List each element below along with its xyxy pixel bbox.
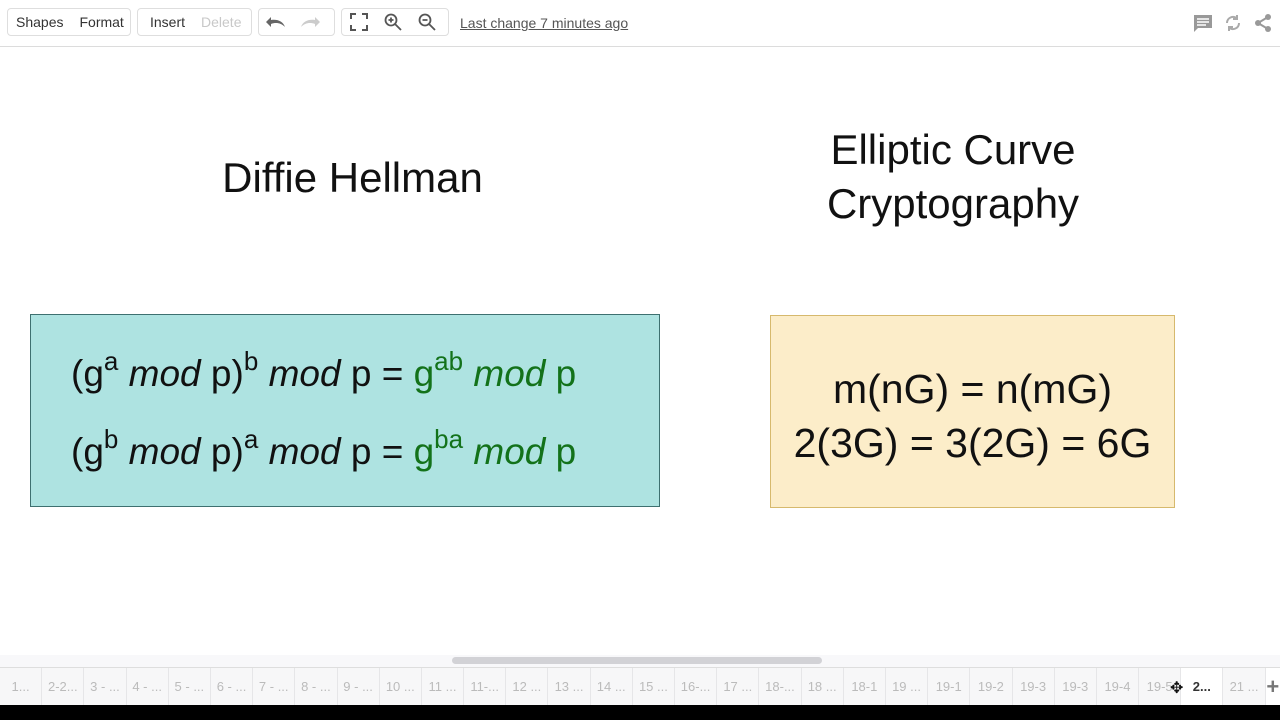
undo-button[interactable] <box>259 9 293 35</box>
page-tab[interactable]: 19-3 <box>1055 668 1097 705</box>
last-change-link[interactable]: Last change 7 minutes ago <box>460 15 628 31</box>
page-tab[interactable]: 19-1 <box>928 668 971 705</box>
history-group <box>258 8 335 36</box>
add-page-button[interactable]: + <box>1265 668 1280 705</box>
format-button[interactable]: Format <box>71 14 131 30</box>
page-tab[interactable]: 12 ... <box>506 668 549 705</box>
eq-rhs: gab mod p <box>413 346 577 394</box>
page-tab[interactable]: 11-... <box>464 668 507 705</box>
eq-rhs: gba mod p <box>413 424 577 472</box>
view-group <box>341 8 449 36</box>
ecc-box[interactable]: m(nG) = n(mG) 2(3G) = 3(2G) = 6G <box>770 315 1175 508</box>
page-tab[interactable]: 11 ... <box>422 668 465 705</box>
ecc-title-line1: Elliptic Curve <box>830 126 1076 173</box>
eq-text: p) <box>200 353 244 394</box>
eq-sup: b <box>243 346 259 376</box>
page-tab[interactable]: 18-... <box>759 668 802 705</box>
shapes-format-group: Shapes Format <box>7 8 131 36</box>
comment-button[interactable] <box>1192 12 1214 34</box>
eq-mod: mod <box>473 353 546 394</box>
page-tab[interactable]: 19-3 <box>1013 668 1055 705</box>
zoom-in-icon <box>384 13 402 31</box>
redo-icon <box>301 17 320 27</box>
page-tab[interactable]: 2-2... <box>42 668 85 705</box>
eq-sup: a <box>243 424 259 454</box>
page-tab[interactable]: 13 ... <box>548 668 591 705</box>
zoom-out-icon <box>418 13 436 31</box>
page-tab[interactable]: 8 - ... <box>295 668 338 705</box>
page-tab[interactable]: 21 ... <box>1223 668 1266 705</box>
page-tab[interactable]: 17 ... <box>717 668 760 705</box>
comment-icon <box>1194 15 1212 32</box>
move-cursor-icon: ✥ <box>1170 680 1184 697</box>
eq-text: p <box>545 353 577 394</box>
eq-sup: ba <box>434 424 464 454</box>
eq-sup: b <box>103 424 119 454</box>
page-tab[interactable]: 4 - ... <box>127 668 169 705</box>
shapes-button[interactable]: Shapes <box>8 14 71 30</box>
share-icon <box>1255 14 1271 32</box>
eq-text: p = <box>340 353 414 394</box>
ecc-equation-1: m(nG) = n(mG) <box>832 366 1113 412</box>
page-tab[interactable]: 19 ... <box>886 668 929 705</box>
eq-text: (g <box>71 353 104 394</box>
eq-sup: ab <box>434 346 464 376</box>
scrollbar-thumb[interactable] <box>452 657 822 664</box>
zoom-in-button[interactable] <box>376 9 410 35</box>
horizontal-scrollbar[interactable] <box>0 655 1280 667</box>
eq-text: g <box>413 353 435 394</box>
sync-button[interactable] <box>1222 12 1244 34</box>
dh-equation-1: (ga mod p)b mod p = gab mod p <box>71 346 577 395</box>
eq-text: g <box>413 431 435 472</box>
page-tab[interactable]: 10 ... <box>380 668 422 705</box>
diffie-hellman-box[interactable]: (ga mod p)b mod p = gab mod p (gb mod p)… <box>30 314 660 507</box>
share-button[interactable] <box>1252 12 1274 34</box>
eq-text: p = <box>340 431 414 472</box>
page-tab[interactable]: 1... <box>0 668 43 705</box>
ecc-title[interactable]: Elliptic Curve Cryptography <box>752 123 1154 231</box>
sync-icon <box>1225 15 1241 31</box>
zoom-out-button[interactable] <box>410 9 444 35</box>
eq-sup: a <box>103 346 119 376</box>
page-tab[interactable]: 6 - ... <box>211 668 254 705</box>
eq-mod: mod <box>128 353 201 394</box>
eq-mod: mod <box>128 431 201 472</box>
eq-text: p <box>545 431 577 472</box>
eq-mod: mod <box>268 353 341 394</box>
page-tab[interactable]: 9 - ... <box>338 668 380 705</box>
page-tab[interactable]: 19-4 <box>1097 668 1140 705</box>
letterbox-bar <box>0 705 1280 720</box>
page-tab[interactable]: 3 - ... <box>84 668 127 705</box>
page-tab[interactable]: 19-2 <box>970 668 1013 705</box>
page-tab[interactable]: 16-... <box>675 668 718 705</box>
eq-mod: mod <box>473 431 546 472</box>
page-tab[interactable]: 7 - ... <box>253 668 296 705</box>
page-tab[interactable]: 18 ... <box>802 668 844 705</box>
undo-icon <box>266 17 285 27</box>
ecc-equation-2: 2(3G) = 3(2G) = 6G <box>793 420 1152 466</box>
ecc-title-line2: Cryptography <box>826 180 1080 227</box>
ecc-equations: m(nG) = n(mG) 2(3G) = 3(2G) = 6G <box>771 362 1174 470</box>
page-tab[interactable]: 2... <box>1181 668 1224 705</box>
insert-button[interactable]: Insert <box>138 14 193 30</box>
delete-button[interactable]: Delete <box>193 14 249 30</box>
eq-mod: mod <box>268 431 341 472</box>
eq-text: p) <box>200 431 244 472</box>
fullscreen-icon <box>350 13 368 31</box>
page-tab[interactable]: 18-1 <box>844 668 886 705</box>
page-tab[interactable]: 14 ... <box>591 668 633 705</box>
redo-button[interactable] <box>293 9 327 35</box>
toolbar: Shapes Format Insert Delete Last change … <box>0 0 1280 47</box>
insert-delete-group: Insert Delete <box>137 8 252 36</box>
page-tab[interactable]: 15 ... <box>633 668 675 705</box>
diagram-canvas[interactable]: Diffie Hellman Elliptic Curve Cryptograp… <box>0 47 1280 655</box>
fullscreen-button[interactable] <box>342 9 376 35</box>
page-tab[interactable]: 5 - ... <box>169 668 211 705</box>
toolbar-right <box>1192 12 1274 34</box>
eq-text: (g <box>71 431 104 472</box>
page-tabs: 1... 2-2... 3 - ... 4 - ... 5 - ... 6 - ... 7 … <box>0 667 1280 705</box>
dh-equation-2: (gb mod p)a mod p = gba mod p <box>71 424 577 473</box>
diffie-hellman-title[interactable]: Diffie Hellman <box>150 151 555 205</box>
